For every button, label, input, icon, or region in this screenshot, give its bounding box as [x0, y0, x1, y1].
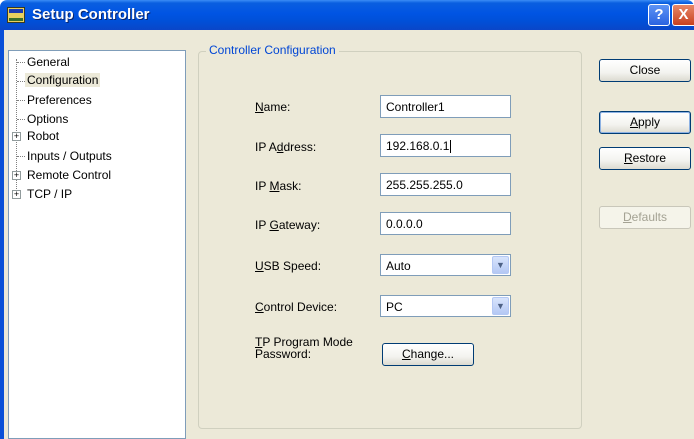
ip-mask-label: IP Mask: [255, 179, 302, 193]
chevron-down-icon[interactable]: ▼ [492, 297, 509, 315]
tree-item-general[interactable]: General [27, 55, 70, 69]
tree-item-tcp-ip[interactable]: TCP / IP [27, 187, 72, 201]
tree-item-label: Inputs / Outputs [27, 149, 112, 163]
control-device-label: Control Device: [255, 300, 338, 314]
tree-item-label: Options [27, 112, 69, 126]
tree-item-label: Remote Control [27, 168, 112, 182]
group-title: Controller Configuration [206, 43, 339, 57]
usb-speed-select[interactable]: Auto ▼ [380, 254, 511, 276]
defaults-button[interactable]: Defaults [599, 206, 691, 229]
close-button[interactable]: Close [599, 59, 691, 82]
tree-item-label: Configuration [27, 73, 99, 87]
tp-password-label: TP Program Mode Password: [255, 335, 353, 361]
help-button[interactable]: ? [648, 4, 670, 26]
text-caret [450, 140, 452, 154]
restore-button[interactable]: Restore [599, 147, 691, 170]
close-window-button[interactable]: X [672, 4, 694, 26]
chevron-down-icon[interactable]: ▼ [492, 256, 509, 274]
name-label: Name: [255, 100, 291, 114]
tree-item-configuration[interactable]: Configuration [25, 73, 101, 87]
tree-item-options[interactable]: Options [27, 112, 68, 126]
tree-item-remote-control[interactable]: Remote Control [27, 168, 111, 182]
tree-item-robot[interactable]: Robot [27, 129, 59, 143]
tree-item-label: TCP / IP [27, 187, 73, 201]
title-bar[interactable]: Setup Controller ? X [0, 0, 694, 30]
window-title: Setup Controller [32, 6, 150, 23]
ip-mask-field[interactable]: 255.255.255.0 [380, 173, 511, 196]
tree-item-label: Robot [27, 129, 60, 143]
ip-address-field[interactable]: 192.168.0.1 [380, 134, 511, 157]
expand-robot-icon[interactable]: + [12, 132, 21, 141]
tree-item-label: Preferences [27, 93, 92, 107]
apply-button[interactable]: Apply [599, 111, 691, 134]
change-password-button[interactable]: Change... [382, 343, 474, 366]
ip-gateway-field[interactable]: 0.0.0.0 [380, 212, 511, 235]
app-icon [7, 7, 25, 23]
settings-tree[interactable]: General Configuration Preferences Option… [8, 50, 186, 439]
control-device-select[interactable]: PC ▼ [380, 295, 511, 317]
usb-speed-label: USB Speed: [255, 259, 322, 273]
tree-item-preferences[interactable]: Preferences [27, 93, 92, 107]
name-field[interactable]: Controller1 [380, 95, 511, 118]
expand-remote-control-icon[interactable]: + [12, 171, 21, 180]
ip-address-label: IP Address: [255, 140, 317, 154]
tree-item-inputs-outputs[interactable]: Inputs / Outputs [27, 149, 112, 163]
dialog-client-area: General Configuration Preferences Option… [0, 30, 694, 439]
tree-item-label: General [27, 55, 70, 69]
ip-gateway-label: IP Gateway: [255, 218, 321, 232]
expand-tcp-ip-icon[interactable]: + [12, 190, 21, 199]
